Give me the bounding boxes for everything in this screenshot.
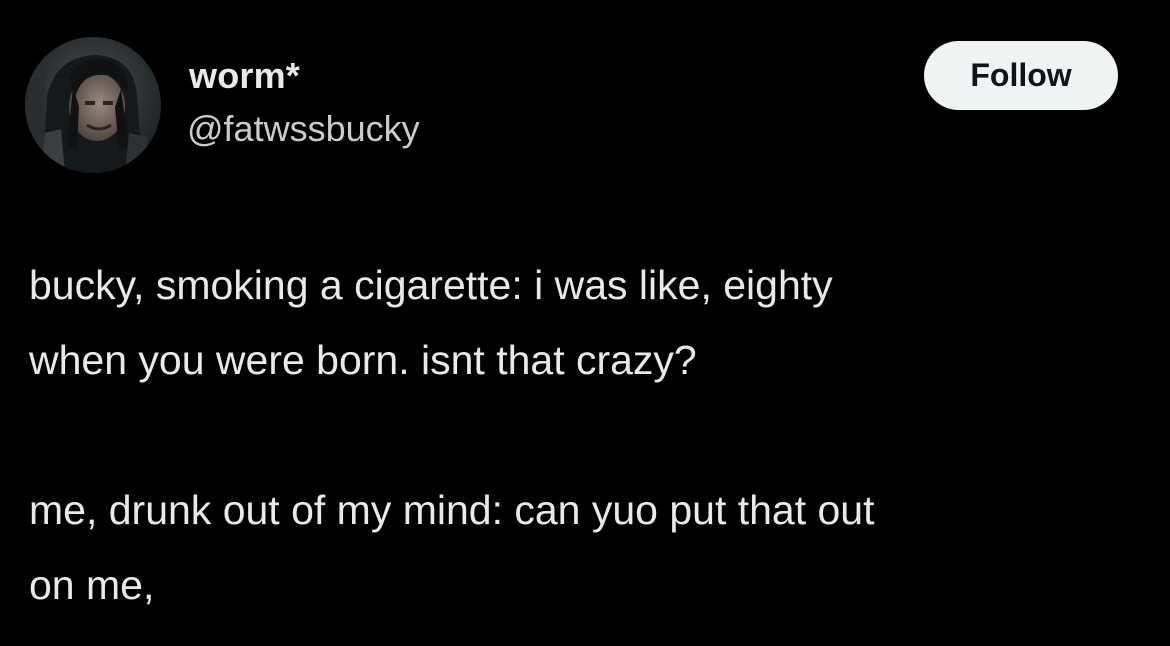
tweet-paragraph: bucky, smoking a cigarette: i was like, … [29,262,833,383]
tweet-paragraph: me, drunk out of my mind: can yuo put th… [29,487,875,608]
tweet-card: worm* @fatwssbucky Follow bucky, smoking… [0,0,1170,646]
follow-button[interactable]: Follow [924,41,1118,110]
user-handle[interactable]: @fatwssbucky [187,107,420,151]
tweet-body: bucky, smoking a cigarette: i was like, … [29,248,1139,623]
display-name[interactable]: worm* [189,54,300,98]
profile-photo-icon [25,37,161,173]
avatar[interactable] [25,37,161,173]
